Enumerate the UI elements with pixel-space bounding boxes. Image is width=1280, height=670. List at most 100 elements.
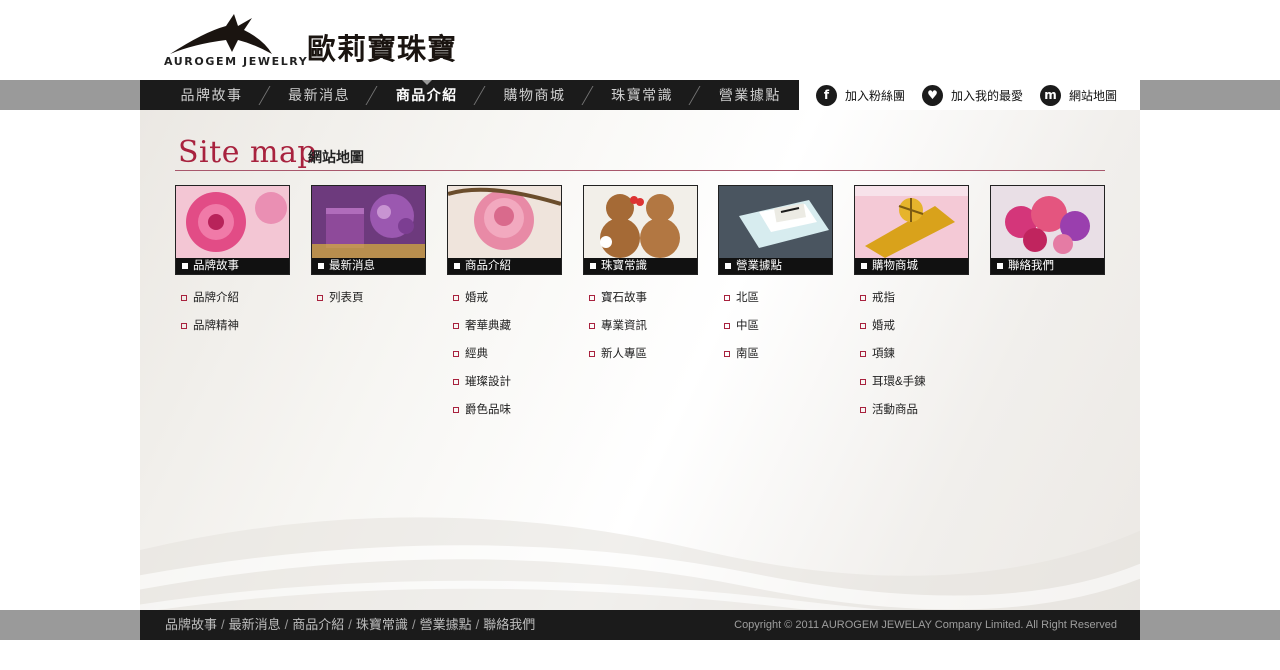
sitemap-link[interactable]: 專業資訊 xyxy=(583,318,698,346)
footer: 品牌故事 / 最新消息 / 商品介紹 / 珠寶常識 / 營業據點 / 聯絡我們 Copyright … xyxy=(140,610,1140,640)
section-links: 品牌介紹 品牌精神 xyxy=(175,290,290,346)
sitemap-link[interactable]: 戒指 xyxy=(854,290,969,318)
sitemap-link[interactable]: 北區 xyxy=(718,290,833,318)
purple-candle-photo xyxy=(312,186,425,258)
sitemap-link[interactable]: 活動商品 xyxy=(854,402,969,430)
nav-label: 營業據點 xyxy=(718,87,781,103)
footer-separator: / xyxy=(411,617,416,632)
section-thumb-jewelry-knowledge[interactable]: 珠寶常識 xyxy=(583,185,698,275)
footer-separator: / xyxy=(284,617,289,632)
sitemap-column: 商品介紹 婚戒 奢華典藏 經典 璀璨設計 爵色品味 xyxy=(447,185,562,430)
facebook-icon: f xyxy=(816,84,837,106)
sitemap-link[interactable]: 經典 xyxy=(447,346,562,374)
utility-links: f 加入粉絲團 ♥ 加入我的最愛 m 網站地圖 xyxy=(799,80,1140,110)
nav-separator xyxy=(476,80,485,110)
sitemap-link[interactable]: 爵色品味 xyxy=(447,402,562,430)
nav-label: 品牌故事 xyxy=(180,87,243,103)
page-title-en: Site map xyxy=(178,135,318,170)
add-favorite-link[interactable]: ♥ 加入我的最愛 xyxy=(922,84,1024,106)
background-swirl xyxy=(140,517,1140,610)
active-pointer-icon xyxy=(421,80,432,85)
nav-separator xyxy=(261,80,270,110)
footer-link-locations[interactable]: 營業據點 xyxy=(420,617,472,632)
sitemap-link[interactable]: 品牌介紹 xyxy=(175,290,290,318)
sitemap-link[interactable]: 項鍊 xyxy=(854,346,969,374)
heart-icon: ♥ xyxy=(922,84,944,106)
sitemap-link[interactable]: 新人專區 xyxy=(583,346,698,374)
pink-rose-photo xyxy=(448,186,561,258)
copyright-text: Copyright © 2011 AUROGEM JEWELAY Company… xyxy=(734,619,1117,631)
section-caption: 品牌故事 xyxy=(176,258,289,274)
site-map-label: 網站地圖 xyxy=(1069,88,1118,103)
footer-link-jewelry-knowledge[interactable]: 珠寶常識 xyxy=(356,617,408,632)
section-caption: 最新消息 xyxy=(312,258,425,274)
section-links: 寶石故事 專業資訊 新人專區 xyxy=(583,290,698,374)
footer-link-contact[interactable]: 聯絡我們 xyxy=(483,617,535,632)
nav-item-news[interactable]: 最新消息 xyxy=(270,80,368,110)
nav-separator xyxy=(584,80,593,110)
pink-flower-photo xyxy=(176,186,289,258)
sitemap-link[interactable]: 中區 xyxy=(718,318,833,346)
page-title-cn: 網站地圖 xyxy=(308,149,364,165)
sitemap-columns: 品牌故事 品牌介紹 品牌精神 最新消息 列表頁 商品介紹 婚戒 奢華典藏 經典 … xyxy=(175,185,1115,445)
nav-item-locations[interactable]: 營業據點 xyxy=(701,80,799,110)
sitemap-column: 購物商城 戒指 婚戒 項鍊 耳環&手鍊 活動商品 xyxy=(854,185,969,430)
section-thumb-locations[interactable]: 營業據點 xyxy=(718,185,833,275)
add-favorite-label: 加入我的最愛 xyxy=(951,88,1024,103)
sitemap-column: 營業據點 北區 中區 南區 xyxy=(718,185,833,374)
sitemap-link[interactable]: 奢華典藏 xyxy=(447,318,562,346)
brand-logo[interactable]: AUROGEM JEWELRY 歐莉寶珠寶 xyxy=(164,14,464,70)
m-icon: m xyxy=(1040,84,1062,106)
nav-item-products[interactable]: 商品介紹 xyxy=(378,80,476,110)
sitemap-link[interactable]: 南區 xyxy=(718,346,833,374)
sitemap-column: 最新消息 列表頁 xyxy=(311,185,426,318)
section-links: 戒指 婚戒 項鍊 耳環&手鍊 活動商品 xyxy=(854,290,969,430)
section-links: 北區 中區 南區 xyxy=(718,290,833,374)
sitemap-link[interactable]: 婚戒 xyxy=(854,318,969,346)
nav-label: 最新消息 xyxy=(288,87,351,103)
section-thumb-shop[interactable]: 購物商城 xyxy=(854,185,969,275)
section-thumb-brand-story[interactable]: 品牌故事 xyxy=(175,185,290,275)
sitemap-link[interactable]: 耳環&手鍊 xyxy=(854,374,969,402)
sitemap-link[interactable]: 列表頁 xyxy=(311,290,426,318)
sitemap-column: 聯絡我們 xyxy=(990,185,1105,275)
section-caption: 商品介紹 xyxy=(448,258,561,274)
site-map-link[interactable]: m 網站地圖 xyxy=(1040,84,1118,106)
nav-label: 購物商城 xyxy=(503,87,566,103)
sitemap-link[interactable]: 璀璨設計 xyxy=(447,374,562,402)
section-thumb-products[interactable]: 商品介紹 xyxy=(447,185,562,275)
nav-label: 商品介紹 xyxy=(395,87,458,103)
sitemap-column: 珠寶常識 寶石故事 專業資訊 新人專區 xyxy=(583,185,698,374)
section-caption: 購物商城 xyxy=(855,258,968,274)
brand-name-cn: 歐莉寶珠寶 xyxy=(307,32,458,66)
nav-item-brand-story[interactable]: 品牌故事 xyxy=(162,80,260,110)
nav-item-shop[interactable]: 購物商城 xyxy=(485,80,583,110)
table-setting-photo xyxy=(719,186,832,258)
section-thumb-news[interactable]: 最新消息 xyxy=(311,185,426,275)
section-links: 列表頁 xyxy=(311,290,426,318)
footer-links: 品牌故事 / 最新消息 / 商品介紹 / 珠寶常識 / 營業據點 / 聯絡我們 xyxy=(165,610,535,640)
footer-link-brand-story[interactable]: 品牌故事 xyxy=(165,617,217,632)
footer-separator: / xyxy=(475,617,480,632)
footer-separator: / xyxy=(221,617,225,632)
nav-item-jewelry-knowledge[interactable]: 珠寶常識 xyxy=(593,80,691,110)
section-links: 婚戒 奢華典藏 經典 璀璨設計 爵色品味 xyxy=(447,290,562,430)
footer-link-news[interactable]: 最新消息 xyxy=(229,617,281,632)
footer-link-products[interactable]: 商品介紹 xyxy=(292,617,344,632)
nav-separator xyxy=(368,80,377,110)
section-caption: 聯絡我們 xyxy=(991,258,1104,274)
footer-separator: / xyxy=(348,617,352,632)
flower-bouquet-photo xyxy=(991,186,1104,258)
nav-separator xyxy=(691,80,700,110)
nav-label: 珠寶常識 xyxy=(611,87,674,103)
sitemap-link[interactable]: 婚戒 xyxy=(447,290,562,318)
sitemap-link[interactable]: 寶石故事 xyxy=(583,290,698,318)
sitemap-column: 品牌故事 品牌介紹 品牌精神 xyxy=(175,185,290,346)
section-thumb-contact[interactable]: 聯絡我們 xyxy=(990,185,1105,275)
logo-wordmark: AUROGEM JEWELRY xyxy=(164,55,309,68)
join-fans-link[interactable]: f 加入粉絲團 xyxy=(816,84,906,106)
champagne-gift-photo xyxy=(855,186,968,258)
sitemap-link[interactable]: 品牌精神 xyxy=(175,318,290,346)
main-nav: 品牌故事 最新消息 商品介紹 購物商城 珠寶常識 營業據點 xyxy=(140,80,799,110)
join-fans-label: 加入粉絲團 xyxy=(845,88,906,103)
